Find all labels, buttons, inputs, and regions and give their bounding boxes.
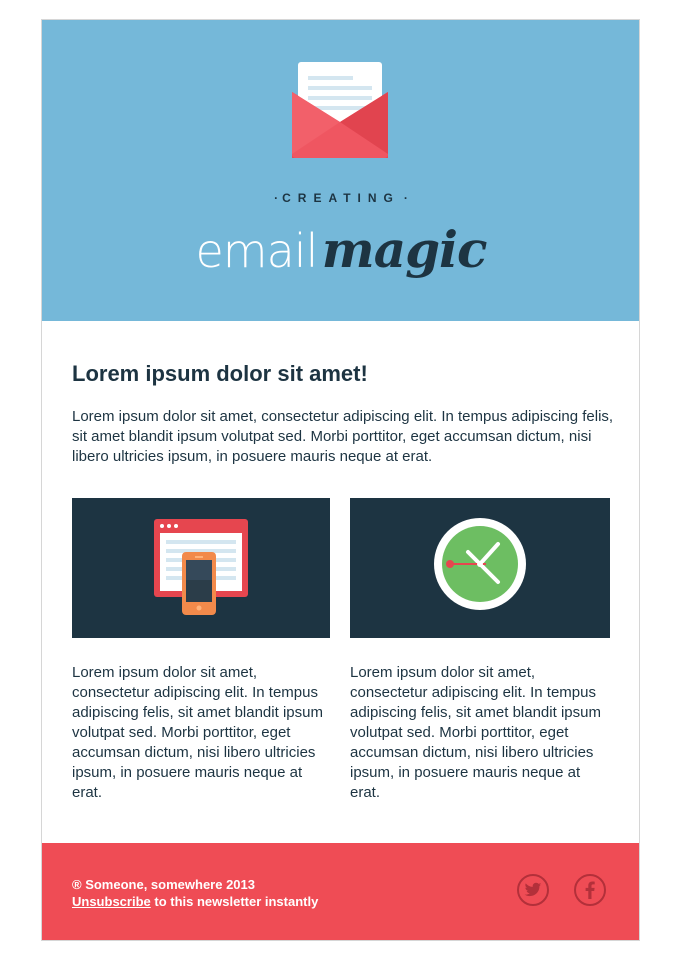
twitter-button[interactable] <box>517 874 549 906</box>
brand-logo: email magic <box>42 220 639 279</box>
facebook-icon <box>585 881 595 899</box>
clock-icon <box>434 518 526 610</box>
eyebrow-dot-left: · <box>274 191 279 205</box>
facebook-button[interactable] <box>574 874 606 906</box>
email-newsletter: · CREATING · email magic Lorem ipsum dolor… <box>41 19 640 941</box>
unsubscribe-rest-text: to this newsletter instantly <box>150 894 319 909</box>
envelope-icon <box>292 62 388 158</box>
footer: ® Someone, somewhere 2013 Unsubscribe to… <box>42 843 639 940</box>
responsive-devices-icon <box>154 519 248 615</box>
brand-light-word: email <box>195 224 318 278</box>
twitter-icon <box>524 882 542 897</box>
page-title: Lorem ipsum dolor sit amet! <box>72 361 368 386</box>
intro-paragraph: Lorem ipsum dolor sit amet, consectetur … <box>72 408 614 465</box>
main-content: Lorem ipsum dolor sit amet! Lorem ipsum … <box>42 321 639 843</box>
card-text-right: Lorem ipsum dolor sit amet, consectetur … <box>350 664 601 801</box>
unsubscribe-link[interactable]: Unsubscribe <box>72 894 151 909</box>
card-image-devices <box>72 498 330 638</box>
eyebrow-text: · CREATING · <box>42 191 639 205</box>
brand-bold-word: magic <box>321 220 488 279</box>
eyebrow-label: CREATING <box>282 191 400 205</box>
header-banner: · CREATING · email magic <box>42 20 639 321</box>
card-image-clock <box>350 498 610 638</box>
card-text-left: Lorem ipsum dolor sit amet, consectetur … <box>72 664 323 801</box>
eyebrow-dot-right: · <box>403 191 408 205</box>
unsubscribe-line: Unsubscribe to this newsletter instantly <box>72 894 318 909</box>
copyright-text: ® Someone, somewhere 2013 <box>72 877 255 892</box>
